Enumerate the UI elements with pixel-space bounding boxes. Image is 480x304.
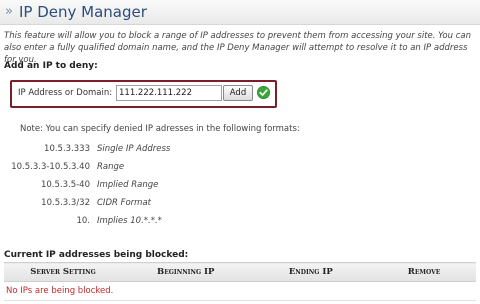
format-row: 10.5.3.5-40 Implied Range: [0, 180, 480, 192]
format-description: Implied Range: [97, 180, 159, 190]
blocked-section-label: Current IP addresses being blocked:: [4, 250, 189, 260]
page-title: IP Deny Manager: [19, 3, 147, 21]
format-row: 10.5.3.3-10.5.3.40 Range: [0, 162, 480, 174]
blocked-ip-table: Server Setting Beginning IP Ending IP Re…: [4, 262, 476, 301]
column-header-remove: Remove: [372, 262, 476, 282]
check-icon: [257, 86, 270, 99]
format-note: Note: You can specify denied IP adresses…: [20, 124, 300, 134]
add-ip-form: IP Address or Domain: Add: [10, 80, 277, 108]
ip-input[interactable]: [116, 85, 222, 101]
format-example: 10.: [76, 216, 90, 226]
double-chevron-right-icon: »: [5, 4, 13, 19]
format-description: Implies 10.*.*.*: [97, 216, 162, 226]
format-row: 10.5.3.3/32 CIDR Format: [0, 198, 480, 210]
format-example: 10.5.3.3/32: [41, 198, 90, 208]
format-description: Single IP Address: [97, 144, 171, 154]
add-button[interactable]: Add: [223, 85, 253, 101]
format-example: 10.5.3.5-40: [40, 180, 90, 190]
ip-field-label: IP Address or Domain:: [18, 88, 113, 98]
column-header-server-setting: Server Setting: [4, 262, 122, 282]
table-row: No IPs are being blocked.: [4, 281, 476, 301]
title-bar: » IP Deny Manager: [0, 0, 480, 25]
format-example: 10.5.3.333: [44, 144, 90, 154]
column-header-beginning-ip: Beginning IP: [122, 262, 250, 282]
empty-message: No IPs are being blocked.: [4, 281, 476, 301]
format-description: CIDR Format: [97, 198, 152, 208]
format-description: Range: [97, 162, 125, 172]
format-row: 10. Implies 10.*.*.*: [0, 216, 480, 228]
add-section-label: Add an IP to deny:: [4, 61, 98, 71]
column-header-ending-ip: Ending IP: [249, 262, 373, 282]
format-example: 10.5.3.3-10.5.3.40: [11, 162, 90, 172]
format-row: 10.5.3.333 Single IP Address: [0, 144, 480, 156]
table-header-row: Server Setting Beginning IP Ending IP Re…: [4, 262, 476, 282]
